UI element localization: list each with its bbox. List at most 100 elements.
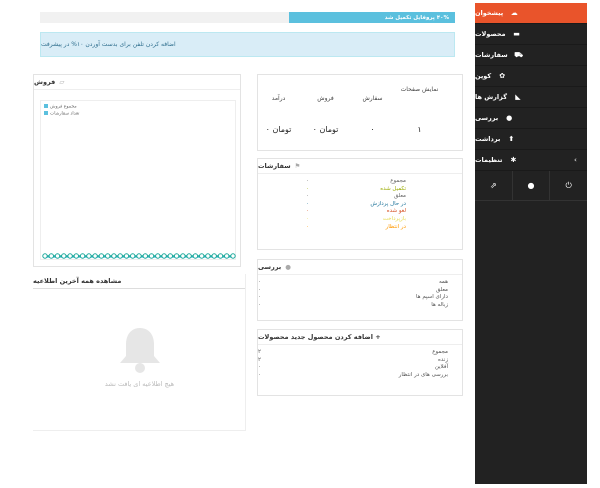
sidebar-actions: ⇗ ● ⏻ <box>475 171 587 201</box>
list-item[interactable]: بازپرداخت ۰ <box>306 216 406 224</box>
review-header: ● بررسی <box>258 260 462 275</box>
profile-progress-fill: ۴۰% پروفایل تکمیل شد <box>289 12 455 23</box>
chart-legend: مجموع فروش تعداد سفارشات <box>44 104 79 117</box>
list-item[interactable]: آفلاین ۰ <box>258 364 448 372</box>
cart-icon: ⛟ <box>514 50 524 59</box>
dashboard-icon: ☁ <box>510 9 518 17</box>
data-point <box>230 253 236 259</box>
comments-icon: ● <box>506 114 513 122</box>
list-item-label: دارای اسپم ها <box>416 294 448 301</box>
bell-icon <box>120 328 160 373</box>
list-item[interactable]: همه ۰ <box>258 279 448 287</box>
data-point <box>180 253 186 259</box>
data-point <box>192 253 199 259</box>
add-product-link[interactable]: + اضافه کردن محصول جدید محصولات <box>258 333 381 341</box>
list-item[interactable]: معلق ۰ <box>306 193 406 201</box>
briefcase-icon: ▬ <box>513 30 520 38</box>
cog-icon: ✱ <box>510 156 517 164</box>
user-icon[interactable]: ● <box>511 171 550 200</box>
list-item-label: بازپرداخت <box>382 215 406 222</box>
list-item-count: ۰ <box>306 215 309 222</box>
review-title: بررسی <box>258 263 282 271</box>
stat-value: ۰ تومان <box>312 125 339 134</box>
list-item-label: مجموع <box>390 178 406 184</box>
sidebar-item-label: گزارش ها <box>475 93 507 101</box>
data-point <box>54 253 61 259</box>
sidebar-item-7[interactable]: ✱ تنظیمات › <box>475 150 587 171</box>
sidebar-item-0[interactable]: ☁ پیشخوان <box>475 3 587 24</box>
sidebar-item-4[interactable]: ◣ گزارش ها <box>475 87 587 108</box>
data-point <box>117 253 123 259</box>
list-item-label: آفلاین <box>434 364 448 371</box>
data-point <box>61 253 67 259</box>
list-item-label: معلق <box>393 193 406 200</box>
sidebar-item-label: محصولات <box>475 30 506 38</box>
list-item-label: لغو شده <box>386 208 406 215</box>
list-item[interactable]: بررسی های در انتظار ۰ <box>258 372 448 380</box>
legend-swatch <box>44 110 48 115</box>
list-item-count: ۰ <box>306 193 309 200</box>
list-item[interactable]: دارای اسپم ها ۰ <box>258 294 448 302</box>
list-item-count: ۰ <box>258 279 261 285</box>
sidebar-item-3[interactable]: ✿ کوپن <box>475 66 587 87</box>
sales-chart-area <box>40 100 236 260</box>
sidebar-item-1[interactable]: ▬ محصولات <box>475 24 587 45</box>
products-panel: + اضافه کردن محصول جدید محصولات مجموع ۲ زن… <box>257 329 463 396</box>
stat-label: درآمد <box>271 95 286 102</box>
list-item[interactable]: معلق ۰ <box>258 287 448 295</box>
sidebar-item-2[interactable]: ⛟ سفارشات <box>475 45 587 66</box>
list-item-label: در حال پردازش <box>370 200 406 207</box>
stat-label: سفارش <box>362 95 383 102</box>
sidebar-item-6[interactable]: ⬆ برداشت <box>475 129 587 150</box>
sales-chart <box>42 253 236 259</box>
profile-progress: ۴۰% پروفایل تکمیل شد <box>40 12 455 23</box>
list-item[interactable]: مجموع ۲ <box>258 349 448 357</box>
data-point <box>42 253 48 259</box>
list-item[interactable]: زباله ها ۰ <box>258 302 448 310</box>
data-point <box>155 253 161 259</box>
line-chart-icon: ▱ <box>59 78 65 86</box>
info-alert-text[interactable]: اضافه کردن تلفن برای بدست آوردن ۱۰% در پ… <box>41 41 176 48</box>
upload-icon: ⬆ <box>508 135 515 143</box>
data-point <box>211 253 217 259</box>
sidebar: ☁ پیشخوان ▬ محصولات ⛟ سفارشات ✿ کوپن ◣ گزارش ها ● ب… <box>475 3 587 484</box>
list-item-count: ۲ <box>258 356 261 363</box>
data-point <box>224 253 230 259</box>
list-item-count: ۰ <box>306 208 309 215</box>
data-point <box>98 253 105 259</box>
data-point <box>123 253 130 259</box>
data-point <box>67 253 73 259</box>
stat-value: ۰ تومان <box>265 125 292 134</box>
sidebar-item-label: کوپن <box>475 72 492 80</box>
gift-icon: ✿ <box>499 72 506 80</box>
list-item-count: ۰ <box>306 223 309 230</box>
sales-panel: ▱ فروش <box>33 74 241 267</box>
list-item-count: ۰ <box>258 371 261 378</box>
empty-notifications-text: هیچ اطلاعیه ای یافت نشد <box>104 380 175 388</box>
list-item-label: در انتظار <box>385 223 406 230</box>
power-icon[interactable]: ⏻ <box>549 171 587 200</box>
data-point <box>173 253 180 259</box>
sales-title: فروش <box>34 78 56 86</box>
sidebar-item-5[interactable]: ● بررسی <box>475 108 587 129</box>
data-point <box>167 253 174 259</box>
list-item[interactable]: لغو شده ۰ <box>306 208 406 216</box>
list-item[interactable]: مجموع ۰ <box>306 178 406 186</box>
list-item-count: ۰ <box>306 178 309 184</box>
list-item-count: ۰ <box>258 286 261 293</box>
list-item[interactable]: زنده ۲ <box>258 357 448 365</box>
review-panel: ● بررسی همه ۰ معلق ۰ دارای اسپم ها ۰ زباله ها ۰ <box>257 259 463 321</box>
list-item[interactable]: تکمیل شده ۰ <box>306 186 406 194</box>
data-point <box>148 253 155 259</box>
review-list: همه ۰ معلق ۰ دارای اسپم ها ۰ زباله ها ۰ <box>258 279 448 309</box>
orders-header: ⚑ سفارشات <box>258 159 462 174</box>
list-item[interactable]: در حال پردازش ۰ <box>306 201 406 209</box>
data-point <box>130 253 136 259</box>
info-alert: اضافه کردن تلفن برای بدست آوردن ۱۰% در پ… <box>40 32 455 57</box>
external-link-icon[interactable]: ⇗ <box>475 171 512 200</box>
data-point <box>205 253 211 259</box>
notifications-header: مشاهده همه آخرین اطلاعیه <box>33 274 245 289</box>
view-all-notifications-link[interactable]: مشاهده همه آخرین اطلاعیه <box>33 277 121 285</box>
list-item[interactable]: در انتظار ۰ <box>306 224 406 232</box>
list-item-label: زباله ها <box>431 301 448 308</box>
